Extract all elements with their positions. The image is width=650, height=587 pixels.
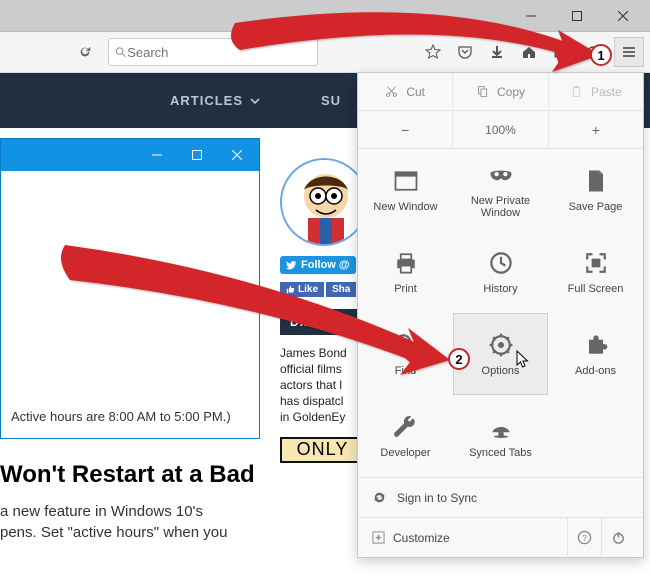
bookmarks-star-icon[interactable] [418,37,448,67]
reload-button[interactable] [70,37,100,67]
dialog-footer-note: Active hours are 8:00 AM to 5:00 PM.) [1,401,259,438]
menu-quit-button[interactable] [601,518,635,558]
svg-text:?: ? [582,533,587,543]
window-titlebar [0,0,650,32]
print-icon [392,249,420,277]
window-maximize-button[interactable] [554,0,600,32]
menu-customize[interactable]: Customize [366,531,456,545]
history-icon [487,249,515,277]
window-close-button[interactable] [600,0,646,32]
menu-paste: Paste [548,73,643,110]
sync-circle-icon [372,490,387,505]
dialog-minimize-button[interactable] [137,140,177,170]
author-avatar [280,158,368,246]
embedded-dialog-mock: Active hours are 8:00 AM to 5:00 PM.) [0,138,260,439]
fb-share-button[interactable]: Sha [326,282,356,297]
fullscreen-icon [582,249,610,277]
zoom-out-button[interactable]: − [358,111,452,148]
zoom-level: 100% [452,111,547,148]
home-icon[interactable] [514,37,544,67]
hamburger-icon [621,44,637,60]
scissors-icon [385,85,398,98]
callout-1: 1 [590,44,612,66]
pocket-icon[interactable] [450,37,480,67]
menu-copy[interactable]: Copy [452,73,547,110]
app-menu-button[interactable] [614,37,644,67]
menu-synced-tabs[interactable]: Synced Tabs [453,395,548,477]
dialog-close-button[interactable] [217,140,257,170]
nav-articles-label: ARTICLES [170,93,243,108]
menu-print[interactable]: Print [358,231,453,313]
wrench-icon [392,413,420,441]
downloads-icon[interactable] [482,37,512,67]
plus-box-icon [372,531,385,544]
mask-icon [487,161,515,189]
search-input[interactable] [127,45,311,60]
power-icon [611,530,626,545]
copy-icon [476,85,489,98]
help-icon: ? [577,530,592,545]
menu-sign-in-sync[interactable]: Sign in to Sync [358,477,643,517]
puzzle-icon [582,331,610,359]
search-input-wrapper[interactable] [108,38,318,66]
menu-full-screen[interactable]: Full Screen [548,231,643,313]
twitter-icon [286,260,297,271]
menu-developer[interactable]: Developer [358,395,453,477]
chevron-down-icon [249,95,261,107]
window-icon [392,167,420,195]
gear-icon [487,331,515,359]
zoom-in-button[interactable]: + [548,111,643,148]
article-headline: Won't Restart at a Bad [0,461,280,489]
search-icon [115,46,127,59]
menu-new-private-window[interactable]: New Private Window [453,149,548,231]
browser-toolbar [0,32,650,73]
paste-icon [570,85,583,98]
menu-find[interactable]: Find [358,313,453,395]
page-icon [582,167,610,195]
menu-addons[interactable]: Add-ons [548,313,643,395]
menu-help-button[interactable]: ? [567,518,601,558]
window-minimize-button[interactable] [508,0,554,32]
article-paragraph: a new feature in Windows 10's pens. Set … [0,501,280,543]
app-menu-panel: Cut Copy Paste − 100% + New Window New P… [357,72,644,558]
only-badge: ONLY [280,437,365,463]
dialog-maximize-button[interactable] [177,140,217,170]
twitter-follow-button[interactable]: Follow @ [280,256,356,274]
nav-subscribe[interactable]: SU [321,93,341,108]
callout-2: 2 [448,348,470,370]
find-icon [392,331,420,359]
synced-tabs-icon [487,413,515,441]
menu-new-window[interactable]: New Window [358,149,453,231]
menu-history[interactable]: History [453,231,548,313]
menu-cut[interactable]: Cut [358,73,452,110]
sidebar-icon[interactable] [546,37,576,67]
fb-like-button[interactable]: Like [280,282,324,297]
nav-articles[interactable]: ARTICLES [170,93,261,108]
thumbs-up-icon [286,285,295,294]
menu-save-page[interactable]: Save Page [548,149,643,231]
mouse-cursor [516,350,532,370]
